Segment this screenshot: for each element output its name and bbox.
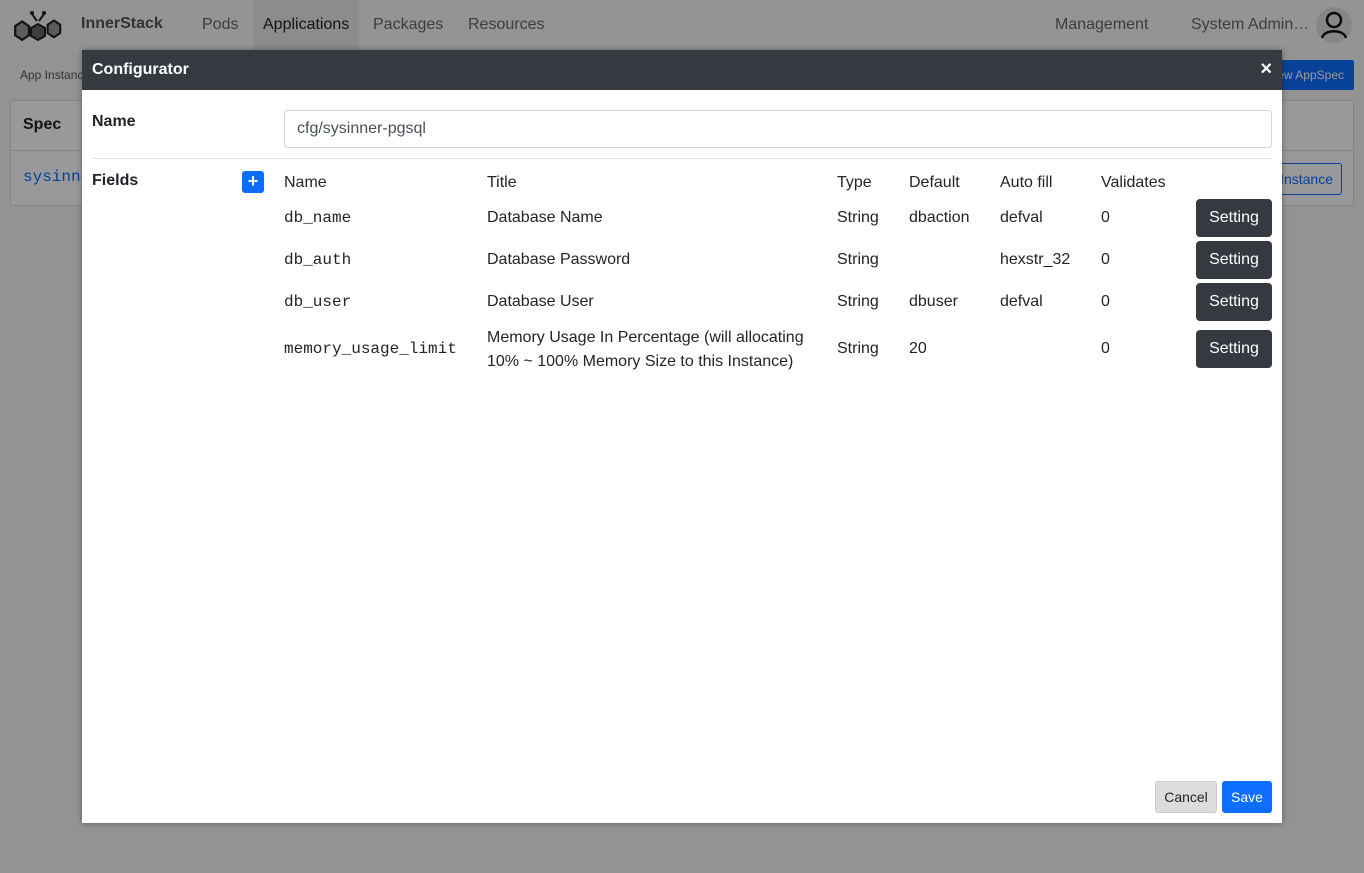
- modal-header: Configurator ×: [82, 50, 1282, 90]
- save-button[interactable]: Save: [1222, 781, 1272, 813]
- name-label: Name: [92, 113, 136, 130]
- field-auto-fill: defval: [1000, 293, 1043, 310]
- plus-icon: +: [247, 171, 259, 191]
- field-title: Database Name: [487, 209, 603, 226]
- setting-button[interactable]: Setting: [1196, 330, 1272, 368]
- setting-button[interactable]: Setting: [1196, 283, 1272, 321]
- configurator-modal: Configurator × Name Fields + Name Title …: [82, 50, 1282, 823]
- name-input[interactable]: [284, 110, 1272, 148]
- fields-label: Fields: [92, 172, 139, 189]
- divider: [92, 158, 1272, 159]
- field-auto-fill: hexstr_32: [1000, 251, 1071, 268]
- column-header-type: Type: [837, 174, 872, 191]
- field-default: 20: [909, 340, 927, 357]
- add-field-button[interactable]: +: [242, 171, 264, 193]
- field-validates: 0: [1101, 251, 1110, 268]
- close-icon[interactable]: ×: [1260, 58, 1272, 80]
- field-name: memory_usage_limit: [284, 340, 457, 358]
- field-default: dbuser: [909, 293, 958, 310]
- field-type: String: [837, 340, 879, 357]
- field-validates: 0: [1101, 340, 1110, 357]
- column-header-name: Name: [284, 174, 327, 191]
- field-auto-fill: defval: [1000, 209, 1043, 226]
- field-validates: 0: [1101, 293, 1110, 310]
- column-header-default: Default: [909, 174, 960, 191]
- field-title: Database Password: [487, 251, 631, 268]
- modal-title: Configurator: [92, 61, 189, 78]
- field-name: db_auth: [284, 251, 352, 269]
- setting-button[interactable]: Setting: [1196, 199, 1272, 237]
- field-type: String: [837, 293, 879, 310]
- column-header-validates: Validates: [1101, 174, 1166, 191]
- field-name: db_user: [284, 293, 352, 311]
- cancel-button[interactable]: Cancel: [1155, 781, 1217, 813]
- field-title: Database User: [487, 293, 594, 310]
- field-type: String: [837, 209, 879, 226]
- field-type: String: [837, 251, 879, 268]
- field-validates: 0: [1101, 209, 1110, 226]
- setting-button[interactable]: Setting: [1196, 241, 1272, 279]
- field-default: dbaction: [909, 209, 970, 226]
- field-title: Memory Usage In Percentage (will allocat…: [487, 329, 804, 370]
- field-name: db_name: [284, 209, 352, 227]
- column-header-title: Title: [487, 174, 517, 191]
- column-header-auto-fill: Auto fill: [1000, 174, 1053, 191]
